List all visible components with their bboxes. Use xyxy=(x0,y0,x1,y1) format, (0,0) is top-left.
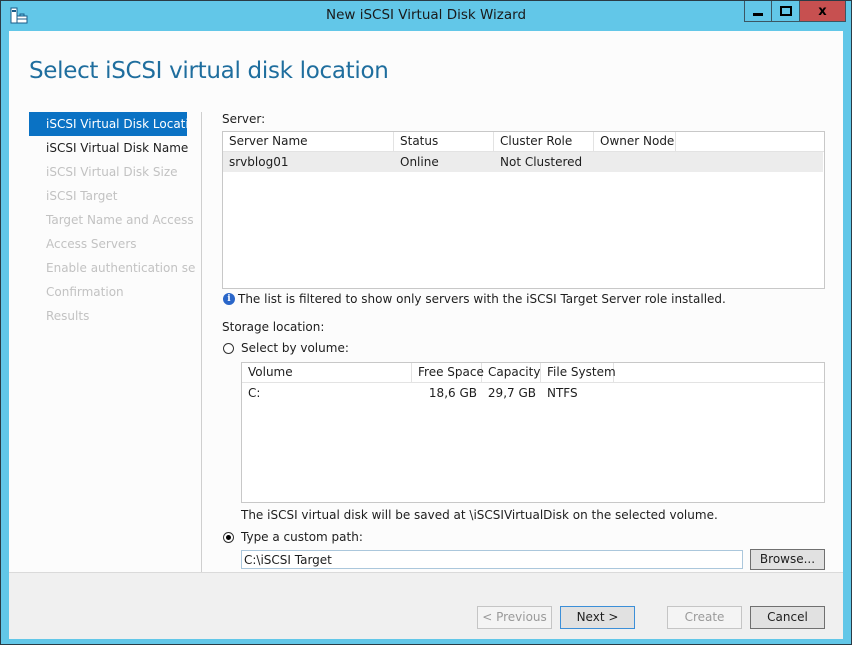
custom-path-input[interactable] xyxy=(241,550,743,569)
volume-column-header[interactable]: Free Space xyxy=(412,363,484,382)
nav-step-item[interactable]: iSCSI Virtual Disk Location xyxy=(29,112,187,136)
server-cell xyxy=(594,152,676,172)
nav-step-item: Confirmation xyxy=(46,285,124,299)
wizard-steps-nav: iSCSI Virtual Disk LocationiSCSI Virtual… xyxy=(29,112,202,574)
nav-step-item: Access Servers xyxy=(46,237,137,251)
select-by-volume-radio[interactable] xyxy=(223,343,234,354)
volume-row[interactable]: C: 18,6 GB 29,7 GB NTFS xyxy=(242,383,824,403)
minimize-icon xyxy=(753,12,763,16)
previous-button[interactable]: < Previous xyxy=(477,606,552,629)
next-button[interactable]: Next > xyxy=(560,606,635,629)
server-column-header[interactable]: Server Name xyxy=(223,132,394,151)
volume-cell: 18,6 GB xyxy=(428,386,477,400)
browse-button[interactable]: Browse... xyxy=(750,549,825,570)
window-title: New iSCSI Virtual Disk Wizard xyxy=(325,7,527,23)
volume-column-header[interactable]: File System xyxy=(541,363,616,382)
volume-list[interactable]: Volume Free Space Capacity File System C: 18… xyxy=(241,362,825,503)
maximize-icon xyxy=(779,6,792,16)
nav-step-item: Enable authentication ser... xyxy=(46,261,196,275)
nav-step-item: iSCSI Virtual Disk Size xyxy=(46,165,178,179)
wizard-footer: < Previous Next > Create Cancel xyxy=(9,572,843,639)
volume-cell: 29,7 GB xyxy=(487,386,536,400)
minimize-button[interactable] xyxy=(744,1,772,22)
server-list-header: Server Name Status Cluster Role Owner Node xyxy=(223,132,824,152)
storage-location-label: Storage location: xyxy=(222,320,325,334)
title-bar[interactable]: New iSCSI Virtual Disk Wizard x xyxy=(1,1,851,31)
create-button[interactable]: Create xyxy=(667,606,742,629)
volume-save-note: The iSCSI virtual disk will be saved at … xyxy=(241,508,718,522)
close-icon: x xyxy=(818,3,827,19)
volume-column-header xyxy=(614,363,824,382)
server-column-header[interactable]: Status xyxy=(394,132,494,151)
page-title: Select iSCSI virtual disk location xyxy=(29,58,389,84)
server-column-header[interactable]: Owner Node xyxy=(594,132,676,151)
server-row[interactable]: srvblog01 Online Not Clustered xyxy=(223,152,823,172)
custom-path-radio[interactable] xyxy=(223,532,234,543)
custom-path-label[interactable]: Type a custom path: xyxy=(241,530,363,544)
maximize-button[interactable] xyxy=(772,1,800,22)
server-cell: srvblog01 xyxy=(229,155,289,169)
volume-cell: C: xyxy=(248,386,261,400)
server-label: Server: xyxy=(222,112,266,126)
nav-step-item[interactable]: iSCSI Virtual Disk Name xyxy=(29,136,196,160)
nav-step-item: Target Name and Access xyxy=(46,213,194,227)
nav-step-item: Results xyxy=(46,309,90,323)
wizard-window: New iSCSI Virtual Disk Wizard x Select i… xyxy=(0,0,852,645)
server-cell: Online xyxy=(400,155,439,169)
volume-column-header[interactable]: Capacity xyxy=(482,363,541,382)
volume-cell: NTFS xyxy=(547,386,578,400)
nav-step-item: iSCSI Target xyxy=(46,189,118,203)
server-filter-info: The list is filtered to show only server… xyxy=(238,292,726,306)
volume-list-header: Volume Free Space Capacity File System xyxy=(242,363,824,383)
wizard-client-area: Select iSCSI virtual disk location iSCSI… xyxy=(9,31,843,639)
server-cell: Not Clustered xyxy=(500,155,583,169)
server-column-header xyxy=(676,132,824,151)
close-button[interactable]: x xyxy=(800,1,846,22)
cancel-button[interactable]: Cancel xyxy=(750,606,825,629)
select-by-volume-label[interactable]: Select by volume: xyxy=(241,341,349,355)
info-icon: i xyxy=(223,293,235,305)
server-list[interactable]: Server Name Status Cluster Role Owner Node … xyxy=(222,131,825,289)
volume-column-header[interactable]: Volume xyxy=(242,363,412,382)
server-column-header[interactable]: Cluster Role xyxy=(494,132,594,151)
